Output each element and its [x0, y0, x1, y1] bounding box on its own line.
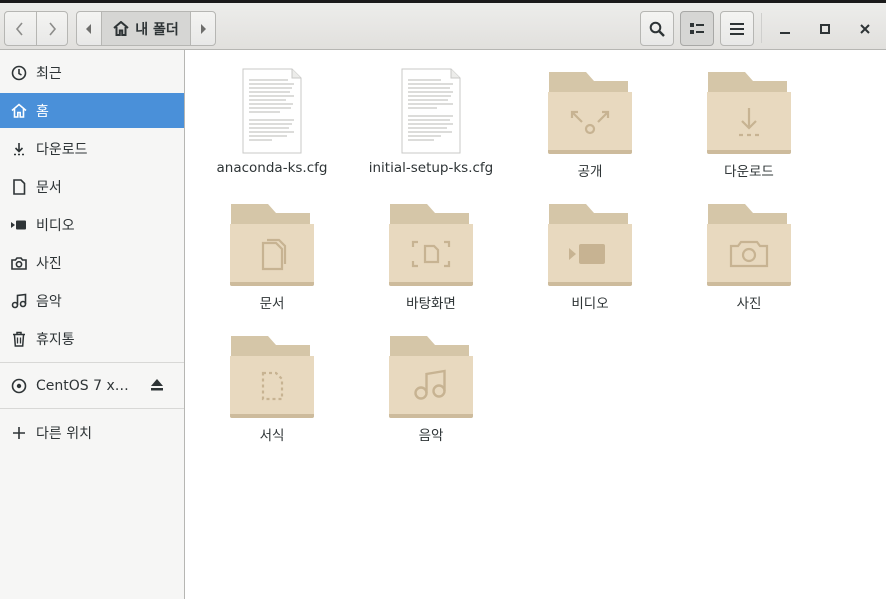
folder-icon [707, 72, 791, 154]
music-icon [11, 293, 27, 309]
sidebar-item-label: 음악 [36, 293, 62, 310]
file-name: 다운로드 [724, 164, 774, 180]
path-bar: 내 폴더 [76, 11, 216, 46]
video-icon [11, 217, 27, 233]
text-file-icon [242, 68, 302, 154]
triangle-right-icon [201, 23, 206, 34]
sidebar-divider [0, 408, 184, 409]
chevron-right-icon [49, 21, 56, 36]
folder-icon [548, 204, 632, 286]
path-next-button[interactable] [191, 12, 215, 45]
sidebar-item-music[interactable]: 음악 [0, 283, 184, 318]
sidebar-item-other-locations[interactable]: 다른 위치 [0, 415, 184, 450]
home-icon [11, 103, 27, 119]
header-bar: 내 폴더 [0, 0, 886, 50]
file-name: anaconda-ks.cfg [216, 160, 328, 176]
sidebar-item-label: 홈 [36, 103, 49, 120]
folder-item[interactable]: 비디오 [512, 202, 668, 312]
folder-icon [230, 336, 314, 418]
folder-icon [707, 204, 791, 286]
sidebar-item-home[interactable]: 홈 [0, 93, 184, 128]
menu-button[interactable] [720, 11, 754, 46]
chevron-left-icon [16, 21, 23, 36]
file-name: 비디오 [571, 296, 609, 312]
sidebar-item-label: 문서 [36, 179, 62, 196]
file-name: 공개 [577, 164, 603, 180]
close-button[interactable] [847, 11, 882, 46]
sidebar-item-pictures[interactable]: 사진 [0, 245, 184, 280]
folder-icon [389, 204, 473, 286]
trash-icon [11, 331, 27, 347]
folder-item[interactable]: 다운로드 [671, 70, 827, 180]
sidebar-item-label: 비디오 [36, 217, 75, 234]
path-label: 내 폴더 [135, 21, 179, 38]
path-crumb-home[interactable]: 내 폴더 [101, 12, 191, 45]
file-name: 문서 [259, 296, 285, 312]
file-name: 서식 [259, 428, 285, 444]
search-icon [649, 21, 665, 37]
hamburger-icon [730, 22, 744, 35]
file-item[interactable]: initial-setup-ks.cfg [353, 68, 509, 176]
folder-item[interactable]: 서식 [194, 334, 350, 444]
file-grid: anaconda-ks.cfg initial-setup-ks.cfg 공개 [186, 50, 886, 599]
file-item[interactable]: anaconda-ks.cfg [194, 68, 350, 176]
home-icon [113, 21, 129, 36]
folder-icon [230, 204, 314, 286]
sidebar-item-label: CentOS 7 x… [36, 377, 129, 394]
folder-item[interactable]: 사진 [671, 202, 827, 312]
sidebar-item-videos[interactable]: 비디오 [0, 207, 184, 242]
sidebar-item-device[interactable]: CentOS 7 x… [0, 368, 184, 403]
sidebar-item-label: 다운로드 [36, 141, 88, 158]
minimize-button[interactable] [767, 11, 802, 46]
sidebar-item-label: 사진 [36, 255, 62, 272]
forward-button[interactable] [35, 12, 68, 45]
sidebar-item-downloads[interactable]: 다운로드 [0, 131, 184, 166]
triangle-left-icon [86, 23, 91, 34]
sidebar: 최근 홈 다운로드 문서 비디오 사진 음악 휴지통 CentOS 7 x… 다… [0, 50, 185, 599]
eject-icon[interactable] [150, 379, 164, 395]
sidebar-item-recent[interactable]: 최근 [0, 55, 184, 90]
back-button[interactable] [5, 12, 36, 45]
file-name: initial-setup-ks.cfg [368, 160, 494, 176]
search-button[interactable] [640, 11, 674, 46]
maximize-icon [819, 23, 830, 34]
file-name: 음악 [418, 428, 444, 444]
download-icon [11, 141, 27, 157]
file-name: 바탕화면 [406, 296, 456, 312]
plus-icon [11, 425, 27, 441]
file-name: 사진 [736, 296, 762, 312]
sidebar-item-label: 휴지통 [36, 331, 75, 348]
header-separator [761, 13, 762, 43]
sidebar-item-trash[interactable]: 휴지통 [0, 321, 184, 356]
history-nav [4, 11, 68, 46]
close-icon [859, 23, 870, 34]
folder-item[interactable]: 음악 [353, 334, 509, 444]
minimize-icon [779, 31, 790, 34]
sidebar-divider [0, 362, 184, 363]
folder-icon [548, 72, 632, 154]
list-view-icon [690, 22, 704, 34]
clock-icon [11, 65, 27, 81]
view-toggle-button[interactable] [680, 11, 714, 46]
document-icon [11, 178, 27, 195]
folder-icon [389, 336, 473, 418]
maximize-button[interactable] [807, 11, 842, 46]
sidebar-item-documents[interactable]: 문서 [0, 169, 184, 204]
text-file-icon [401, 68, 461, 154]
path-prev-button[interactable] [77, 12, 101, 45]
sidebar-item-label: 최근 [36, 65, 62, 82]
disc-icon [11, 378, 27, 394]
folder-item[interactable]: 공개 [512, 70, 668, 180]
folder-item[interactable]: 바탕화면 [353, 202, 509, 312]
sidebar-item-label: 다른 위치 [36, 425, 92, 442]
camera-icon [11, 255, 27, 271]
folder-item[interactable]: 문서 [194, 202, 350, 312]
